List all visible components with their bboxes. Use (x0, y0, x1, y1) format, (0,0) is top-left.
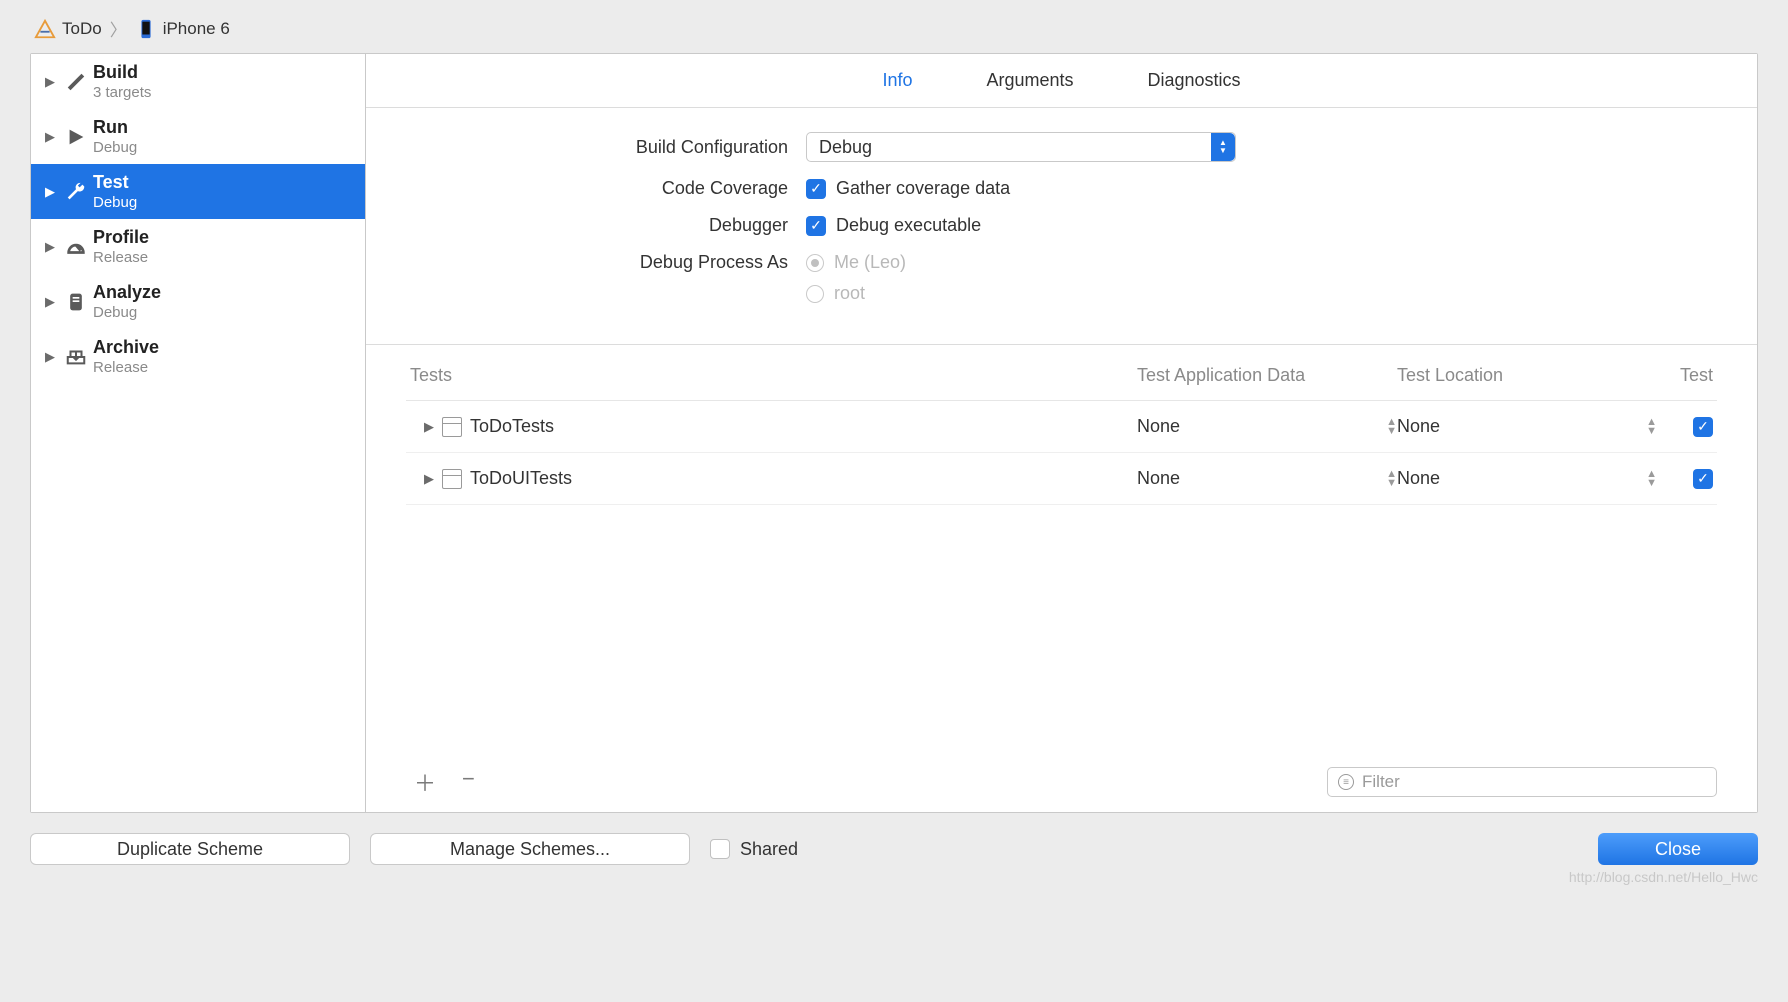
mini-stepper-icon[interactable]: ▲▼ (1646, 470, 1657, 488)
code-coverage-text: Gather coverage data (836, 178, 1010, 199)
disclosure-triangle-icon[interactable]: ▶ (45, 74, 59, 90)
dialog-bottom-bar: Duplicate Scheme Manage Schemes... Share… (30, 813, 1758, 865)
mini-stepper-icon[interactable]: ▲▼ (1386, 470, 1397, 488)
tests-row-app-data[interactable]: None (1137, 468, 1180, 489)
sidebar-item-label: Run (93, 117, 137, 138)
debug-process-me-text: Me (Leo) (834, 252, 906, 273)
tests-row-name: ToDoTests (470, 416, 554, 437)
manage-schemes-button[interactable]: Manage Schemes... (370, 833, 690, 865)
select-stepper-icon: ▲▼ (1211, 133, 1235, 161)
code-coverage-label: Code Coverage (406, 178, 806, 199)
sidebar-item-profile[interactable]: ▶ Profile Release (31, 219, 365, 274)
sidebar-item-label: Profile (93, 227, 149, 248)
close-button[interactable]: Close (1598, 833, 1758, 865)
debug-process-root-text: root (834, 283, 865, 304)
tests-row-enable-checkbox[interactable]: ✓ (1693, 469, 1713, 489)
tab-diagnostics[interactable]: Diagnostics (1146, 66, 1243, 95)
tests-filter-field[interactable]: ≡ Filter (1327, 767, 1717, 797)
sidebar-item-sublabel: Debug (93, 194, 137, 211)
tests-filter-placeholder: Filter (1362, 772, 1400, 792)
add-test-button[interactable]: ＋ (414, 766, 436, 798)
duplicate-scheme-button[interactable]: Duplicate Scheme (30, 833, 350, 865)
tests-row-location[interactable]: None (1397, 468, 1440, 489)
sidebar-item-sublabel: Release (93, 359, 159, 376)
debugger-label: Debugger (406, 215, 806, 236)
device-icon (135, 18, 157, 40)
tests-row[interactable]: ▶ ToDoTests None ▲▼ None ▲▼ ✓ (406, 401, 1717, 453)
breadcrumb-project[interactable]: ToDo (62, 19, 102, 39)
wrench-icon (63, 179, 89, 205)
gauge-icon (63, 234, 89, 260)
sidebar-item-label: Analyze (93, 282, 161, 303)
analyze-icon (63, 289, 89, 315)
build-configuration-label: Build Configuration (406, 137, 806, 158)
tests-row-enable-checkbox[interactable]: ✓ (1693, 417, 1713, 437)
disclosure-triangle-icon[interactable]: ▶ (45, 349, 59, 365)
tests-table-area: Tests Test Application Data Test Locatio… (366, 344, 1757, 812)
sidebar-item-label: Build (93, 62, 151, 83)
sidebar-item-sublabel: Debug (93, 304, 161, 321)
debug-executable-checkbox[interactable]: ✓ (806, 216, 826, 236)
play-icon (63, 124, 89, 150)
archive-icon (63, 344, 89, 370)
disclosure-triangle-icon[interactable]: ▶ (45, 294, 59, 310)
code-coverage-checkbox[interactable]: ✓ (806, 179, 826, 199)
tests-row-app-data[interactable]: None (1137, 416, 1180, 437)
main-content: Info Arguments Diagnostics Build Configu… (366, 54, 1757, 812)
tab-info[interactable]: Info (880, 66, 914, 95)
filter-icon: ≡ (1338, 774, 1354, 790)
remove-test-button[interactable]: − (462, 766, 475, 798)
sidebar-item-build[interactable]: ▶ Build 3 targets (31, 54, 365, 109)
sidebar-item-sublabel: Debug (93, 139, 137, 156)
sidebar-item-archive[interactable]: ▶ Archive Release (31, 329, 365, 384)
tests-row-name: ToDoUITests (470, 468, 572, 489)
chevron-right-icon: 〉 (110, 16, 127, 41)
shared-checkbox-group[interactable]: Shared (710, 839, 798, 860)
test-target-icon (442, 417, 462, 437)
breadcrumb: ToDo 〉 iPhone 6 (30, 8, 1758, 53)
shared-label: Shared (740, 839, 798, 860)
build-configuration-value: Debug (819, 137, 872, 158)
tab-arguments[interactable]: Arguments (984, 66, 1075, 95)
sidebar-item-sublabel: 3 targets (93, 84, 151, 101)
col-header-tests: Tests (406, 365, 1137, 386)
sidebar-item-analyze[interactable]: ▶ Analyze Debug (31, 274, 365, 329)
disclosure-triangle-icon[interactable]: ▶ (45, 184, 59, 200)
scheme-editor-panel: ▶ Build 3 targets ▶ Run Debug ▶ Test Deb… (30, 53, 1758, 813)
build-configuration-select[interactable]: Debug ▲▼ (806, 132, 1236, 162)
tests-footer: ＋ − ≡ Filter (406, 756, 1717, 812)
col-header-test: Test (1657, 365, 1717, 386)
sidebar-item-label: Archive (93, 337, 159, 358)
watermark-text: http://blog.csdn.net/Hello_Hwc (30, 865, 1758, 885)
sidebar-item-sublabel: Release (93, 249, 149, 266)
disclosure-triangle-icon[interactable]: ▶ (424, 419, 434, 435)
col-header-app-data: Test Application Data (1137, 365, 1397, 386)
breadcrumb-device[interactable]: iPhone 6 (163, 19, 230, 39)
tests-table-header: Tests Test Application Data Test Locatio… (406, 345, 1717, 401)
mini-stepper-icon[interactable]: ▲▼ (1386, 418, 1397, 436)
shared-checkbox[interactable] (710, 839, 730, 859)
scheme-phase-sidebar: ▶ Build 3 targets ▶ Run Debug ▶ Test Deb… (31, 54, 366, 812)
debug-process-me-radio (806, 254, 824, 272)
sidebar-item-run[interactable]: ▶ Run Debug (31, 109, 365, 164)
sidebar-item-label: Test (93, 172, 137, 193)
test-info-form: Build Configuration Debug ▲▼ Code Covera… (366, 108, 1757, 344)
hammer-icon (63, 69, 89, 95)
tests-row[interactable]: ▶ ToDoUITests None ▲▼ None ▲▼ ✓ (406, 453, 1717, 505)
tests-row-location[interactable]: None (1397, 416, 1440, 437)
disclosure-triangle-icon[interactable]: ▶ (424, 471, 434, 487)
col-header-location: Test Location (1397, 365, 1657, 386)
debug-process-root-radio (806, 285, 824, 303)
mini-stepper-icon[interactable]: ▲▼ (1646, 418, 1657, 436)
sidebar-item-test[interactable]: ▶ Test Debug (31, 164, 365, 219)
detail-tabbar: Info Arguments Diagnostics (366, 54, 1757, 108)
test-target-icon (442, 469, 462, 489)
debug-executable-text: Debug executable (836, 215, 981, 236)
xcode-app-icon (34, 18, 56, 40)
disclosure-triangle-icon[interactable]: ▶ (45, 129, 59, 145)
disclosure-triangle-icon[interactable]: ▶ (45, 239, 59, 255)
debug-process-as-label: Debug Process As (406, 252, 806, 273)
